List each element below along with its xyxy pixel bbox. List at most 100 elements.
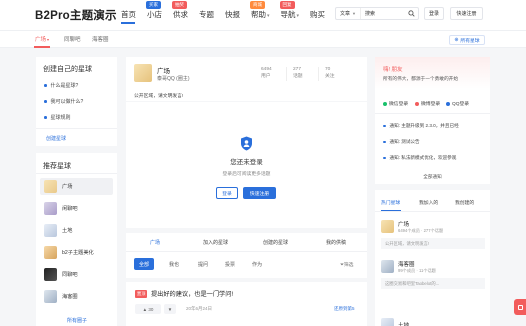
- like-button[interactable]: ▲ 30: [135, 304, 161, 314]
- planet-tab-joined[interactable]: 我加入的: [419, 199, 438, 206]
- planet-tab-hot[interactable]: 热门星球: [381, 199, 400, 206]
- divider: [36, 128, 117, 129]
- recommend-item[interactable]: 土地: [40, 222, 113, 239]
- qq-login[interactable]: QQ登录: [446, 100, 469, 107]
- nav-item[interactable]: 专题: [199, 9, 214, 20]
- filter-toggle[interactable]: ⏷筛选: [340, 261, 353, 268]
- feed-tab[interactable]: 我的供稿: [326, 239, 346, 246]
- feed-tab[interactable]: 创建的星球: [263, 239, 288, 246]
- bullet-icon: [383, 156, 386, 160]
- floating-gift-button[interactable]: [514, 299, 526, 315]
- create-item[interactable]: 星球规则: [44, 114, 71, 121]
- filter-option[interactable]: 作为: [252, 261, 262, 268]
- create-circle-link[interactable]: 创建星球: [46, 135, 66, 142]
- avatar: [381, 260, 394, 273]
- filter-all[interactable]: 全部: [134, 258, 154, 270]
- circle-owner[interactable]: 泰哥QQ (圈主): [157, 75, 190, 82]
- filter-option[interactable]: 投票: [225, 261, 235, 268]
- weibo-login[interactable]: 微博登录: [415, 100, 440, 107]
- nav-item[interactable]: 首页: [121, 9, 136, 20]
- subtab-square[interactable]: 广场▾: [35, 35, 49, 43]
- avatar: [44, 202, 57, 215]
- nav-badge: 回复: [279, 1, 295, 9]
- avatar: [44, 290, 57, 303]
- create-item[interactable]: 什么是星球?: [44, 82, 78, 89]
- login-button[interactable]: 登录: [424, 7, 444, 20]
- filter-option[interactable]: 提问: [198, 261, 208, 268]
- nav-active-indicator: [121, 22, 135, 24]
- user-shield-icon: [240, 136, 253, 151]
- weibo-icon: [415, 101, 419, 106]
- nav-item[interactable]: 快报: [225, 9, 240, 20]
- subtab-sea[interactable]: 海客圈: [92, 35, 109, 43]
- dislike-icon: ▼: [167, 306, 173, 312]
- post-more-link[interactable]: 还原到第5: [334, 306, 355, 312]
- all-circles-button[interactable]: ⊕ 所有星球: [449, 35, 485, 45]
- register-button[interactable]: 快速注册: [450, 7, 483, 20]
- all-notices-link[interactable]: 全部通知: [375, 174, 490, 180]
- nav-item-label: 小店: [147, 10, 162, 19]
- nav-item[interactable]: 购买: [310, 9, 325, 20]
- post-title[interactable]: 提出好的建议，也是一门学问!: [151, 289, 233, 298]
- main-nav: 首页 小店 买家 供求 抽奖 专题 快报 帮助 商城 ▾ 导航 回复 ▾ 购买: [121, 1, 336, 20]
- planet-tab-created[interactable]: 我创建的: [455, 199, 474, 206]
- recommend-item[interactable]: 广场: [40, 178, 113, 195]
- create-item[interactable]: 我可以做什么?: [44, 98, 83, 105]
- login-prompt-button[interactable]: 登录: [216, 187, 238, 199]
- login-subtitle: 登录后可阅读更多话题: [222, 172, 271, 177]
- subtab-chat[interactable]: 同聊吧: [64, 35, 81, 43]
- planet-item[interactable]: 土地: [381, 314, 485, 326]
- recommend-item[interactable]: 同聊吧: [40, 266, 113, 283]
- nav-badge: 买家: [146, 1, 161, 9]
- feed-tab[interactable]: 广场: [150, 239, 160, 246]
- recommend-item[interactable]: 闲聊吧: [40, 200, 113, 217]
- avatar: [381, 318, 394, 326]
- feed-card: 广场 加入的星球 创建的星球 我的供稿 全部 我也 提问 投票 作为 ⏷筛选: [126, 233, 367, 278]
- search-box[interactable]: 文章 ▼ 搜索: [335, 7, 419, 20]
- nav-item[interactable]: 帮助 商城 ▾: [250, 1, 270, 20]
- nav-item-label: 帮助: [251, 10, 266, 19]
- notice-item[interactable]: 通知: 主题升级到 2.3.0，并且已经: [383, 123, 459, 129]
- nav-badge: 商城: [250, 1, 265, 9]
- greeting-panel: [375, 57, 490, 89]
- notice-item[interactable]: 通知: 测试公告: [383, 139, 420, 145]
- planet-item[interactable]: 广场 6494个成员 · 277个话题 公开区域，请文明发言!: [381, 220, 485, 258]
- create-circle-card: 创建自己的星球 什么是星球? 我可以做什么? 星球规则 创建星球: [36, 57, 117, 146]
- nav-item-label: 购买: [310, 10, 326, 19]
- all-circles-link[interactable]: 所有圈子: [67, 317, 87, 324]
- nav-item[interactable]: 导航 回复 ▾: [279, 1, 299, 20]
- avatar: [44, 224, 57, 237]
- planet-desc: 公开区域，请文明发言!: [381, 238, 485, 249]
- feed-tab[interactable]: 加入的星球: [203, 239, 228, 246]
- divider: [375, 113, 490, 114]
- planet-item[interactable]: 海客圈 99个成员 · 11个话题 这圈交易和吧里Taobelot的...: [381, 260, 485, 298]
- nav-item[interactable]: 供求 抽奖: [172, 1, 188, 20]
- bullet-icon: [44, 116, 47, 119]
- pinned-badge: 置顶: [135, 290, 148, 298]
- avatar: [44, 180, 57, 193]
- notice-item[interactable]: 通知: 私法新模式优化，欢迎参观: [383, 155, 456, 161]
- search-type-select[interactable]: 文章 ▼: [336, 8, 361, 19]
- circle-info-card: 广场 泰哥QQ (圈主) 6494 用户 277 话题 70 关注 公开区域，请文明发…: [126, 57, 367, 101]
- wechat-login[interactable]: 微信登录: [383, 100, 408, 107]
- bullet-icon: [383, 124, 386, 128]
- search-icon[interactable]: [407, 9, 416, 18]
- nav-item[interactable]: 小店 买家: [146, 1, 162, 20]
- planet-name: 海客圈: [398, 262, 415, 268]
- recommend-item[interactable]: 海客圈: [40, 288, 113, 305]
- site-logo[interactable]: B2Pro主题演示: [35, 7, 117, 23]
- circle-description: 公开区域，请文明发言!: [134, 94, 184, 99]
- circle-name: 广场: [157, 68, 170, 75]
- recommend-card: 推荐星球 广场 闲聊吧 土地 b2子主题美化 同聊吧 海客圈 所有圈子: [36, 153, 117, 326]
- register-prompt-button[interactable]: 快速注册: [243, 187, 276, 199]
- dislike-button[interactable]: ▼: [164, 304, 176, 314]
- post-date: 20年6月24日: [186, 306, 213, 311]
- recommend-item[interactable]: b2子主题美化: [40, 244, 113, 261]
- filter-option[interactable]: 我也: [169, 261, 179, 268]
- login-prompt-card: 您还未登录 登录后可阅读更多话题 登录 快速注册: [126, 102, 367, 228]
- recommend-title: 推荐星球: [43, 163, 71, 170]
- nav-item-label: 首页: [121, 10, 136, 19]
- divider: [286, 67, 287, 81]
- search-input[interactable]: 搜索: [361, 10, 407, 17]
- active-tab-indicator: [34, 46, 50, 48]
